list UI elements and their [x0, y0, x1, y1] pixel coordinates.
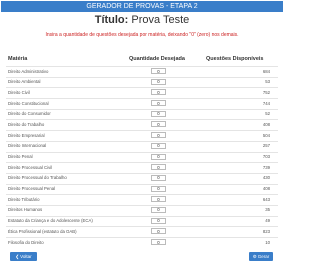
- title-prefix: Título:: [94, 14, 129, 26]
- quantity-input[interactable]: [151, 142, 166, 149]
- generate-button-label: Gerar: [257, 254, 270, 259]
- table-row: Ética Profissional (estatuto da OAB) 823: [6, 226, 278, 237]
- available-count: 739: [262, 164, 270, 170]
- subject-name: Direito Tributário: [8, 196, 40, 202]
- table-row: Direito Empresarial 504: [6, 130, 278, 141]
- subject-name: Direito do Consumidor: [8, 111, 51, 117]
- table-row: Direito Ambiental 53: [6, 76, 278, 88]
- quantity-input[interactable]: [151, 68, 166, 74]
- subject-name: Direito Penal: [8, 154, 33, 159]
- table-row: Estatuto da Criança e do Adolescente (EC…: [6, 215, 278, 227]
- subject-name: Direito Ambiental: [8, 79, 41, 85]
- subject-name: Estatuto da Criança e do Adolescente (EC…: [8, 218, 93, 224]
- table-row: Direito do Consumidor 52: [6, 108, 278, 120]
- gear-icon: ⚙: [252, 254, 257, 259]
- arrow-left-icon: ❮: [15, 254, 20, 259]
- quantity-input[interactable]: [151, 132, 166, 139]
- column-header-quantidade: Quantidade Desejada: [129, 56, 185, 62]
- available-count: 430: [262, 175, 270, 181]
- table-row: Direito Processual Penal 408: [6, 183, 278, 195]
- title-value: Prova Teste: [131, 14, 190, 26]
- quantity-input[interactable]: [151, 121, 166, 128]
- quantity-input[interactable]: [151, 206, 166, 213]
- subject-name: Direito Processual Penal: [8, 186, 56, 192]
- subject-name: Direito Administrativo: [8, 68, 49, 74]
- available-count: 408: [262, 186, 270, 192]
- available-count: 643: [262, 196, 270, 202]
- quantity-input[interactable]: [151, 164, 166, 171]
- quantity-input[interactable]: [151, 196, 166, 203]
- quantity-input[interactable]: [151, 185, 166, 192]
- available-count: 53: [265, 79, 270, 85]
- quantity-input[interactable]: [151, 174, 166, 181]
- quantity-input[interactable]: [151, 110, 166, 117]
- available-count: 257: [262, 143, 270, 149]
- available-count: 10: [265, 239, 270, 245]
- table-row: Direito Civil 752: [6, 87, 278, 98]
- table-row: Direito do Trabalho 408: [6, 119, 278, 130]
- available-count: 684: [262, 68, 270, 74]
- quantity-input[interactable]: [151, 78, 166, 85]
- table-row: Direitos Humanos 35: [6, 204, 278, 216]
- subject-name: Direito Processual do Trabalho: [8, 175, 67, 181]
- table-row: Direito Processual do Trabalho 430: [6, 172, 278, 184]
- subject-name: Direito Internacional: [8, 143, 47, 149]
- quantity-input[interactable]: [151, 100, 166, 107]
- quantity-input[interactable]: [151, 217, 166, 224]
- available-count: 744: [262, 100, 270, 106]
- subject-name: Filosofia do Direito: [8, 239, 44, 245]
- page-title: Título: Prova Teste: [0, 14, 284, 26]
- column-header-materia: Matéria: [8, 56, 28, 62]
- available-count: 35: [265, 207, 270, 213]
- available-count: 408: [262, 121, 270, 127]
- available-count: 703: [262, 154, 270, 159]
- instruction-text: Insira a quantidade de questões desejada…: [45, 32, 239, 38]
- available-count: 504: [262, 132, 270, 138]
- table-row: Direito Tributário 643: [6, 194, 278, 205]
- page-header: GERADOR DE PROVAS - ETAPA 2: [1, 1, 283, 12]
- subjects-table: Direito Administrativo 684 Direito Ambie…: [6, 66, 278, 248]
- available-count: 752: [262, 89, 270, 95]
- subject-name: Direito Civil: [8, 89, 30, 95]
- available-count: 52: [265, 111, 270, 117]
- table-row: Filosofia do Direito 10: [6, 237, 278, 248]
- available-count: 823: [262, 228, 270, 234]
- quantity-input[interactable]: [151, 89, 166, 96]
- table-row: Direito Processual Civil 739: [6, 162, 278, 173]
- table-row: Direito Penal 703: [6, 151, 278, 163]
- back-button[interactable]: ❮Voltar: [10, 252, 37, 261]
- quantity-input[interactable]: [151, 153, 166, 160]
- generate-button[interactable]: ⚙Gerar: [249, 252, 273, 261]
- column-header-disponiveis: Questões Disponíveis: [206, 56, 264, 62]
- table-row: Direito Administrativo 684: [6, 66, 278, 77]
- subject-name: Direito do Trabalho: [8, 121, 45, 127]
- back-button-label: Voltar: [20, 254, 32, 259]
- quantity-input[interactable]: [151, 228, 166, 235]
- table-row: Direito Internacional 257: [6, 140, 278, 152]
- subject-name: Direito Constitucional: [8, 100, 49, 106]
- quantity-input[interactable]: [151, 239, 166, 245]
- table-row: Direito Constitucional 744: [6, 98, 278, 109]
- subject-name: Direito Empresarial: [8, 132, 45, 138]
- subject-name: Ética Profissional (estatuto da OAB): [8, 228, 77, 234]
- available-count: 49: [265, 218, 270, 224]
- subject-name: Direitos Humanos: [8, 207, 43, 213]
- subject-name: Direito Processual Civil: [8, 164, 53, 170]
